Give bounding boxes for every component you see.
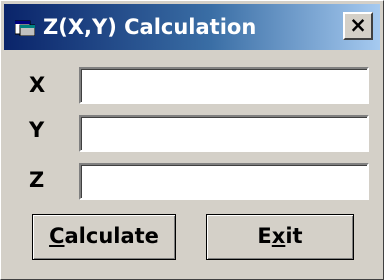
window-title: Z(X,Y) Calculation [43, 15, 257, 39]
close-icon: × [349, 13, 367, 37]
calculate-mnemonic: C [49, 224, 65, 248]
x-label: X [29, 73, 46, 97]
x-input[interactable] [79, 67, 369, 104]
calculate-label-rest: alculate [64, 224, 159, 248]
title-bar[interactable]: Z(X,Y) Calculation × [4, 4, 380, 50]
y-label: Y [29, 118, 45, 142]
z-label: Z [29, 168, 45, 192]
exit-label-end: it [285, 224, 303, 248]
y-input[interactable] [79, 115, 369, 152]
calculation-window: Z(X,Y) Calculation × X Y Z Calculate Exi… [0, 0, 384, 280]
calculate-button[interactable]: Calculate [32, 214, 176, 260]
exit-mnemonic: x [271, 224, 286, 248]
z-input[interactable] [79, 163, 369, 200]
exit-button[interactable]: Exit [206, 214, 354, 260]
exit-label-start: E [257, 224, 272, 248]
window-app-icon [15, 20, 35, 36]
close-button[interactable]: × [343, 12, 373, 40]
